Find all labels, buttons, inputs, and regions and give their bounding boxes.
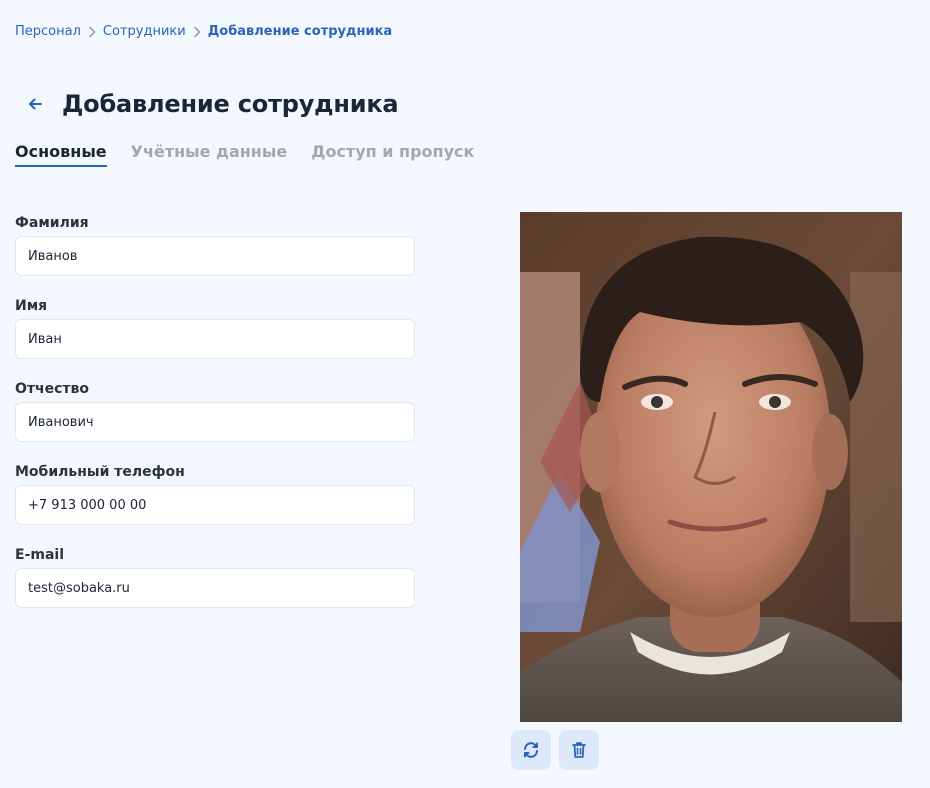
breadcrumb-personnel[interactable]: Персонал [15,24,81,39]
page-title: Добавление сотрудника [62,90,399,118]
field-patronymic: Отчество [15,379,415,442]
field-label: Мобильный телефон [15,464,185,480]
refresh-icon [524,742,538,758]
field-label: E-mail [15,547,65,563]
field-label: Отчество [15,381,90,397]
employee-photo [520,212,902,722]
chevron-right-icon [186,26,208,38]
tab-credentials[interactable]: Учётные данные [131,142,288,167]
lastname-input[interactable] [15,236,415,276]
field-label: Имя [15,298,48,314]
field-lastname: Фамилия [15,213,415,276]
phone-input[interactable] [15,485,415,525]
back-button[interactable] [22,88,48,120]
patronymic-input[interactable] [15,402,415,442]
breadcrumb: Персонал Сотрудники Добавление сотрудник… [15,24,392,39]
arrow-left-icon [29,98,42,110]
field-label: Фамилия [15,215,89,231]
field-phone: Мобильный телефон [15,462,415,525]
tab-access-pass[interactable]: Доступ и пропуск [311,142,474,167]
field-firstname: Имя [15,296,415,359]
photo-actions [511,730,607,770]
replace-photo-button[interactable] [511,730,551,770]
chevron-right-icon [81,26,103,38]
breadcrumb-current: Добавление сотрудника [207,24,393,39]
delete-photo-button[interactable] [559,730,599,770]
tabs: Основные Учётные данные Доступ и пропуск [15,142,498,167]
employee-form: Фамилия Имя Отчество Мобильный телефон E… [15,213,415,628]
breadcrumb-employees[interactable]: Сотрудники [103,24,186,39]
firstname-input[interactable] [15,319,415,359]
page-header: Добавление сотрудника [22,88,399,120]
trash-icon [572,742,586,758]
field-email: E-mail [15,545,415,608]
tab-main[interactable]: Основные [15,142,107,167]
email-input[interactable] [15,568,415,608]
